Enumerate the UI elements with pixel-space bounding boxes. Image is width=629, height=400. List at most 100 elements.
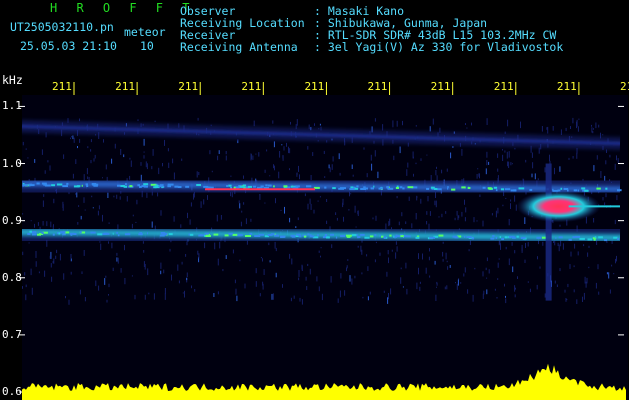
- noise-speck: [186, 272, 188, 278]
- band-sample: [139, 185, 142, 188]
- x-tick-label: 211: [178, 80, 199, 93]
- noise-speck: [59, 253, 61, 261]
- noise-speck: [393, 155, 395, 161]
- noise-speck: [346, 265, 348, 269]
- band-sample: [116, 231, 119, 234]
- noise-speck: [35, 261, 37, 267]
- band-sample: [482, 186, 486, 189]
- band-sample: [239, 185, 245, 188]
- noise-speck: [425, 267, 427, 274]
- noise-speck: [87, 146, 89, 149]
- noise-speck: [291, 258, 293, 265]
- noise-speck: [232, 249, 234, 254]
- noise-speck: [160, 270, 162, 275]
- noise-speck: [24, 272, 26, 276]
- noise-speck: [465, 207, 467, 213]
- noise-speck: [152, 149, 154, 156]
- noise-speck: [310, 203, 312, 210]
- band-sample: [332, 187, 336, 190]
- band-sample: [495, 236, 498, 239]
- noise-speck: [140, 162, 142, 166]
- meteor-streak: [545, 163, 552, 301]
- noise-speck: [143, 151, 145, 153]
- noise-speck: [392, 120, 394, 128]
- band-sample: [617, 237, 620, 240]
- band-sample: [123, 185, 128, 188]
- noise-speck: [495, 210, 497, 218]
- band-sample: [393, 235, 395, 238]
- band-sample: [303, 235, 307, 238]
- y-tick-label: 1.1: [2, 99, 22, 113]
- band-sample: [360, 233, 365, 236]
- noise-speck: [38, 271, 40, 274]
- noise-speck: [78, 205, 80, 207]
- band-sample: [228, 184, 232, 187]
- noise-speck: [512, 266, 514, 273]
- x-tick-label: 211: [115, 80, 135, 93]
- noise-speck: [463, 273, 465, 277]
- noise-speck: [445, 211, 447, 214]
- noise-speck: [217, 155, 219, 161]
- band-sample: [324, 234, 327, 236]
- noise-speck: [70, 271, 72, 275]
- noise-speck: [70, 258, 72, 262]
- noise-speck: [508, 161, 510, 168]
- band-sample: [213, 233, 219, 236]
- band-sample: [454, 236, 459, 239]
- noise-speck: [163, 269, 165, 274]
- band-sample: [141, 185, 146, 188]
- band-sample: [204, 232, 209, 235]
- noise-speck: [342, 202, 344, 208]
- noise-speck: [441, 169, 443, 174]
- noise-speck: [70, 137, 71, 140]
- band-sample: [373, 185, 375, 188]
- noise-speck: [145, 161, 147, 168]
- band-sample: [143, 183, 149, 186]
- band-sample: [349, 188, 355, 191]
- noise-speck: [181, 158, 183, 161]
- noise-speck: [283, 146, 285, 151]
- band-sample: [521, 236, 526, 239]
- band-sample: [206, 186, 211, 189]
- x-tick-label: 211: [52, 80, 72, 93]
- noise-speck: [570, 251, 572, 257]
- band-sample: [62, 233, 66, 236]
- band-sample: [464, 186, 466, 189]
- noise-speck: [362, 296, 364, 299]
- band-sample: [309, 235, 315, 238]
- band-sample: [85, 183, 88, 186]
- noise-speck: [269, 260, 271, 263]
- noise-speck: [576, 299, 578, 304]
- band-sample: [513, 189, 517, 192]
- noise-speck: [502, 154, 504, 161]
- noise-speck: [280, 209, 282, 211]
- band-sample: [29, 184, 35, 187]
- band-sample: [572, 236, 576, 239]
- noise-speck: [506, 151, 508, 159]
- band-sample: [356, 185, 359, 188]
- band-sample: [307, 233, 310, 236]
- noise-speck: [582, 296, 583, 302]
- band-sample: [415, 236, 420, 239]
- band-sample: [330, 233, 334, 236]
- noise-speck: [617, 158, 619, 163]
- noise-speck: [486, 151, 488, 158]
- noise-speck: [565, 298, 567, 302]
- noise-speck: [357, 210, 359, 216]
- noise-speck: [497, 262, 499, 268]
- noise-speck: [273, 164, 274, 169]
- noise-speck: [464, 217, 466, 222]
- noise-speck: [609, 154, 611, 158]
- noise-speck: [209, 150, 211, 155]
- band-sample: [577, 189, 580, 192]
- noise-speck: [395, 252, 397, 259]
- noise-speck: [154, 120, 156, 123]
- noise-speck: [606, 272, 608, 275]
- y-tick-label: 0.7: [2, 327, 22, 341]
- noise-speck: [502, 149, 503, 151]
- noise-speck: [505, 295, 506, 298]
- band-sample: [60, 231, 66, 234]
- noise-speck: [22, 213, 24, 215]
- noise-speck: [486, 257, 488, 262]
- noise-speck: [320, 255, 321, 258]
